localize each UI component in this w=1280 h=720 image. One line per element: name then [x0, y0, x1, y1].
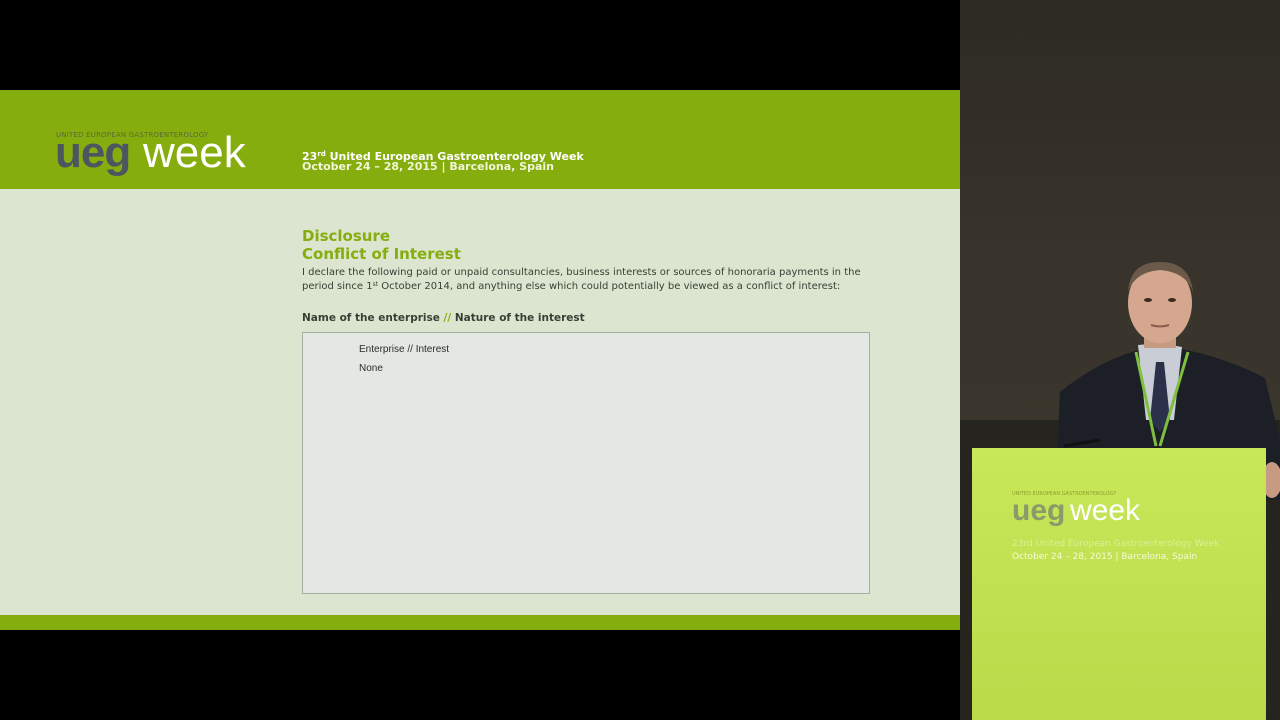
- slide-header-bar: United European Gastroenterology ueg wee…: [0, 90, 960, 189]
- edition-suffix: rd: [317, 150, 326, 158]
- podium-date-location: October 24 – 28, 2015 | Barcelona, Spain: [1012, 552, 1198, 562]
- box-row-enterprise-interest: Enterprise // Interest: [359, 344, 450, 355]
- statement-part2: October 2014, and anything else which co…: [378, 281, 841, 292]
- slide-footer-bar: [0, 615, 960, 630]
- box-row-none: None: [359, 363, 383, 374]
- disclosure-statement: I declare the following paid or unpaid c…: [302, 267, 882, 293]
- logo-ueg-text: ueg: [55, 128, 131, 177]
- subhead-interest: Nature of the interest: [451, 312, 585, 324]
- podium: United European Gastroenterology ueg wee…: [972, 448, 1266, 720]
- podium-event-name: 23rd United European Gastroenterology We…: [1012, 539, 1220, 549]
- podium-logo-week: week: [1070, 494, 1141, 527]
- logo-week-text: week: [143, 128, 246, 177]
- speaker-camera-view: United European Gastroenterology ueg wee…: [960, 0, 1280, 720]
- disclosure-box: Enterprise // Interest None: [302, 332, 870, 594]
- podium-logo-ueg: ueg: [1012, 494, 1066, 527]
- enterprise-interest-heading: Name of the enterprise // Nature of the …: [302, 312, 585, 324]
- subhead-enterprise: Name of the enterprise: [302, 312, 444, 324]
- slide-title-disclosure: Disclosure: [302, 227, 391, 245]
- slide-title-conflict: Conflict of Interest: [302, 245, 461, 263]
- event-date-location: October 24 – 28, 2015 | Barcelona, Spain: [302, 160, 554, 173]
- presentation-slide: United European Gastroenterology ueg wee…: [0, 90, 960, 630]
